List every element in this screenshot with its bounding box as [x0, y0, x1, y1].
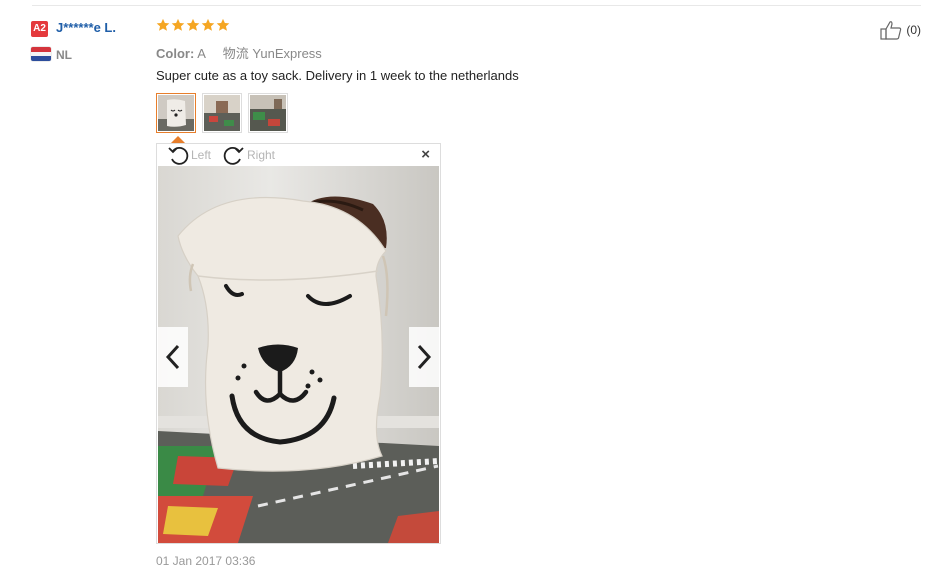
- reviewer-country: NL: [56, 48, 72, 62]
- color-value: A: [197, 46, 206, 61]
- thumbnail-3[interactable]: [248, 93, 288, 133]
- thumbnail-2[interactable]: [202, 93, 242, 133]
- thumbnail-1[interactable]: [156, 93, 196, 133]
- top-divider: [32, 5, 921, 6]
- rotate-left-label: Left: [191, 148, 212, 162]
- rotate-right-button[interactable]: Right: [223, 145, 275, 165]
- level-badge: A2: [31, 21, 48, 37]
- shipping-label: 物流: [222, 46, 249, 61]
- thumbnail-image: [204, 95, 240, 131]
- chevron-left-icon: [165, 344, 180, 370]
- star-icon: [216, 18, 230, 31]
- review-text: Super cute as a toy sack. Delivery in 1 …: [156, 68, 519, 83]
- viewer-toolbar: Left Right ×: [157, 144, 440, 166]
- next-image-button[interactable]: [409, 327, 439, 387]
- thumbnail-image: [158, 95, 194, 131]
- review-photo: [158, 166, 439, 543]
- star-icon: [186, 18, 200, 31]
- reviewer-name: J******e L.: [56, 20, 116, 35]
- previous-image-button[interactable]: [158, 327, 188, 387]
- nl-flag-icon: [31, 47, 51, 61]
- star-icon: [171, 18, 185, 31]
- image-viewer: Left Right ×: [156, 143, 441, 544]
- star-icon: [156, 18, 170, 31]
- toy-sack-photo: [158, 166, 439, 543]
- active-thumbnail-pointer: [171, 136, 185, 143]
- helpful-count: (0): [906, 23, 921, 37]
- star-icon: [201, 18, 215, 31]
- helpful-button[interactable]: (0): [880, 20, 921, 40]
- rotate-left-button[interactable]: Left: [167, 145, 211, 165]
- star-rating: [156, 18, 230, 32]
- rotate-left-icon: [168, 146, 189, 165]
- close-icon[interactable]: ×: [421, 146, 430, 163]
- thumbnail-image: [250, 95, 286, 131]
- review-thumbnails: [156, 93, 288, 133]
- thumbs-up-icon: [880, 21, 902, 40]
- shipping-value: YunExpress: [252, 46, 322, 61]
- review-date: 01 Jan 2017 03:36: [156, 554, 256, 568]
- chevron-right-icon: [417, 344, 432, 370]
- rotate-right-icon: [223, 146, 244, 165]
- color-label: Color:: [156, 46, 195, 61]
- order-info: Color: A 物流 YunExpress: [156, 43, 322, 62]
- rotate-right-label: Right: [247, 148, 276, 162]
